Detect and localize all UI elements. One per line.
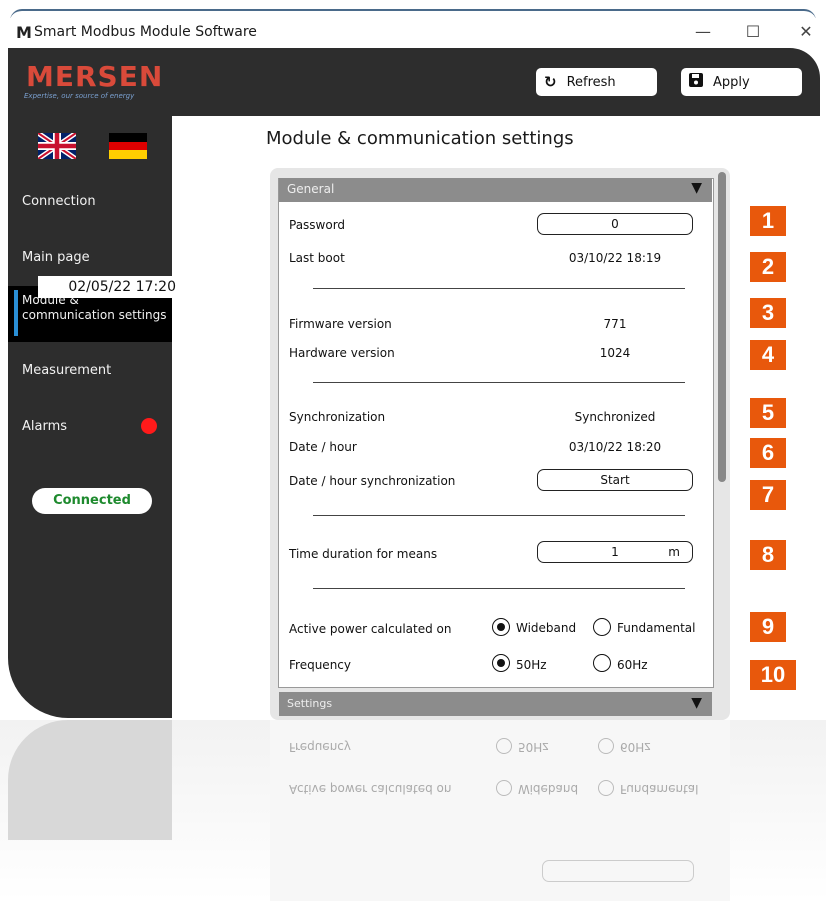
sync-value: Synchronized — [574, 410, 656, 424]
minimize-icon[interactable]: — — [688, 20, 718, 44]
callout-badge: 5 — [750, 398, 786, 428]
callout-badge: 7 — [750, 480, 786, 510]
reflection-sidebar — [8, 720, 172, 840]
reflection-wideband: Wideband — [518, 782, 579, 796]
firmware-value: 771 — [603, 317, 627, 331]
reflection-radio — [598, 780, 614, 796]
separator — [313, 382, 685, 383]
hardware-label: Hardware version — [289, 346, 395, 360]
connection-status-badge: Connected — [32, 488, 152, 514]
frequency-label: Frequency — [289, 658, 351, 672]
reflection-field — [542, 860, 694, 882]
password-label: Password — [289, 218, 346, 232]
firmware-label: Firmware version — [289, 317, 392, 331]
reflection-radio — [496, 738, 512, 754]
general-section-header[interactable]: General ▼ — [279, 178, 712, 202]
german-flag-icon[interactable] — [109, 133, 147, 159]
separator — [313, 588, 685, 589]
freq-60hz-radio[interactable] — [593, 654, 611, 672]
maximize-icon[interactable]: ☐ — [738, 20, 768, 44]
means-duration-value: 1 — [611, 545, 619, 559]
means-duration-unit: m — [668, 545, 680, 559]
page-title: Module & communication settings — [266, 128, 574, 149]
reflection-radio — [496, 780, 512, 796]
sidebar-active-indicator — [14, 290, 18, 336]
collapse-icon[interactable]: ▼ — [691, 180, 702, 196]
date-tooltip: 02/05/22 17:20 — [38, 276, 180, 298]
apply-button[interactable]: Apply — [681, 68, 802, 96]
callout-badge: 2 — [750, 252, 786, 282]
refresh-icon: ↻ — [544, 73, 557, 91]
wideband-radio[interactable] — [492, 618, 510, 636]
reflection-radio — [598, 738, 614, 754]
mirror-reflection: Frequency 50Hz 60Hz Active power calcula… — [0, 720, 826, 901]
callout-badge: 8 — [750, 540, 786, 570]
last-boot-label: Last boot — [289, 251, 345, 265]
refresh-label: Refresh — [566, 74, 616, 90]
reflection-fundamental: Fundamental — [620, 782, 699, 796]
date-hour-label: Date / hour — [289, 440, 357, 454]
freq-50hz-label: 50Hz — [516, 658, 547, 672]
vertical-scrollbar[interactable] — [718, 172, 726, 482]
last-boot-value: 03/10/22 18:19 — [568, 251, 662, 265]
title-bar: M Smart Modbus Module Software — ☐ ✕ — [0, 18, 826, 48]
date-hour-value: 03/10/22 18:20 — [568, 440, 662, 454]
date-hour-sync-label: Date / hour synchronization — [289, 474, 456, 488]
mersen-logo: MERSEN — [26, 60, 164, 93]
hardware-value: 1024 — [599, 346, 631, 360]
callout-badge: 4 — [750, 340, 786, 370]
wideband-label: Wideband — [516, 621, 577, 635]
app-icon: M — [16, 23, 32, 42]
window-title: Smart Modbus Module Software — [34, 24, 257, 40]
callout-badge: 3 — [750, 298, 786, 328]
sidebar-item-alarms[interactable]: Alarms — [22, 419, 67, 434]
logo-tagline: Expertise, our source of energy — [24, 92, 135, 100]
separator — [313, 515, 685, 516]
apply-label: Apply — [713, 74, 750, 90]
uk-flag-icon[interactable] — [36, 130, 78, 162]
callout-badge: 10 — [750, 660, 796, 690]
reflection-freq-50: 50Hz — [518, 740, 549, 754]
collapse-icon[interactable]: ▼ — [691, 695, 702, 711]
fundamental-label: Fundamental — [617, 621, 696, 635]
sidebar — [8, 48, 172, 718]
general-section-title: General — [287, 182, 335, 196]
refresh-button[interactable]: ↻ Refresh — [536, 68, 657, 96]
close-icon[interactable]: ✕ — [791, 20, 821, 44]
callout-badge: 9 — [750, 612, 786, 642]
reflection-power-label: Active power calculated on — [289, 782, 452, 796]
sidebar-item-measurement[interactable]: Measurement — [22, 363, 111, 378]
start-sync-button[interactable]: Start — [537, 469, 693, 491]
freq-50hz-radio[interactable] — [492, 654, 510, 672]
sync-label: Synchronization — [289, 410, 386, 424]
sidebar-item-connection[interactable]: Connection — [22, 194, 96, 209]
callout-badge: 6 — [750, 438, 786, 468]
freq-60hz-label: 60Hz — [617, 658, 648, 672]
means-duration-field[interactable]: 1 m — [537, 541, 693, 563]
reflection-freq-60: 60Hz — [620, 740, 651, 754]
fundamental-radio[interactable] — [593, 618, 611, 636]
save-icon — [689, 73, 703, 91]
means-label: Time duration for means — [289, 547, 438, 561]
reflection-frequency-label: Frequency — [289, 740, 351, 754]
password-field[interactable]: 0 — [537, 213, 693, 235]
settings-section-title: Settings — [287, 697, 333, 710]
alarm-indicator — [141, 418, 157, 434]
callout-badge: 1 — [750, 206, 786, 236]
separator — [313, 288, 685, 289]
active-power-label: Active power calculated on — [289, 622, 452, 636]
settings-section-header[interactable]: Settings ▼ — [279, 692, 712, 716]
app-window: M Smart Modbus Module Software — ☐ ✕ MER… — [0, 0, 826, 720]
sidebar-item-main-page[interactable]: Main page — [22, 250, 90, 265]
